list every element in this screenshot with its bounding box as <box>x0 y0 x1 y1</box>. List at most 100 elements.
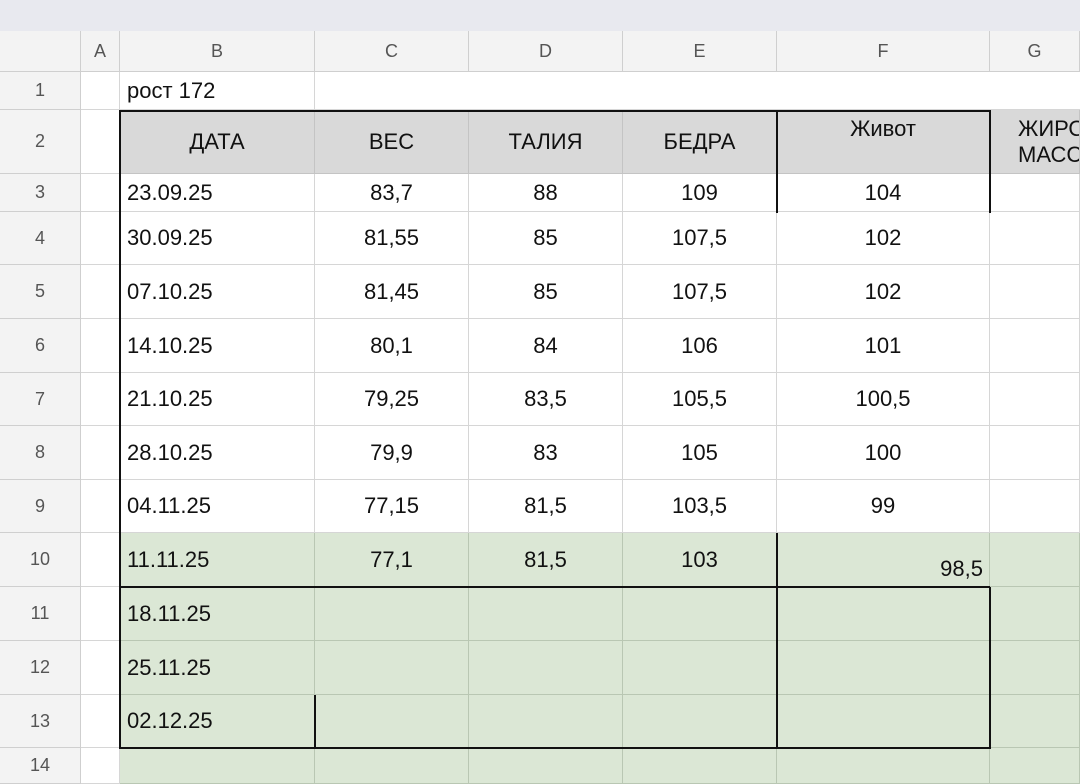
column-header-g[interactable]: G <box>990 31 1080 72</box>
row-header-2[interactable]: 2 <box>0 110 81 174</box>
cell-date-row8[interactable]: 28.10.25 <box>120 426 315 480</box>
cell-a4[interactable] <box>81 212 120 265</box>
cell-weight-row3[interactable]: 83,7 <box>315 174 469 212</box>
cell-belly-row5[interactable]: 102 <box>777 265 990 319</box>
cell-weight-row10[interactable]: 77,1 <box>315 533 469 587</box>
cell-weight-row12[interactable] <box>315 641 469 695</box>
cell-date-row5[interactable]: 07.10.25 <box>120 265 315 319</box>
cell-a11[interactable] <box>81 587 120 641</box>
cell-belly-row7[interactable]: 100,5 <box>777 373 990 426</box>
cell-waist-row6[interactable]: 84 <box>469 319 623 373</box>
cell-belly-row9[interactable]: 99 <box>777 480 990 533</box>
column-header-d[interactable]: D <box>469 31 623 72</box>
cell-hips-row13[interactable] <box>623 695 777 748</box>
row-header-5[interactable]: 5 <box>0 265 81 319</box>
row-header-8[interactable]: 8 <box>0 426 81 480</box>
cell-belly-row4[interactable]: 102 <box>777 212 990 265</box>
select-all-corner[interactable] <box>0 31 81 72</box>
cell-date-row6[interactable]: 14.10.25 <box>120 319 315 373</box>
row-header-3[interactable]: 3 <box>0 174 81 212</box>
row-header-4[interactable]: 4 <box>0 212 81 265</box>
row-header-14[interactable]: 14 <box>0 748 81 784</box>
cell-a13[interactable] <box>81 695 120 748</box>
cell-belly-row11[interactable] <box>777 587 990 641</box>
cell-g13[interactable] <box>990 695 1080 748</box>
cell-waist-row10[interactable]: 81,5 <box>469 533 623 587</box>
column-header-a[interactable]: A <box>81 31 120 72</box>
cell-weight-row9[interactable]: 77,15 <box>315 480 469 533</box>
cell-waist-row12[interactable] <box>469 641 623 695</box>
cell-date-row7[interactable]: 21.10.25 <box>120 373 315 426</box>
cell-date-row12[interactable]: 25.11.25 <box>120 641 315 695</box>
row-header-12[interactable]: 12 <box>0 641 81 695</box>
cell-g14[interactable] <box>990 748 1080 784</box>
header-hips[interactable]: БЕДРА <box>623 110 777 174</box>
cell-belly-row3[interactable]: 104 <box>777 174 990 212</box>
row-header-6[interactable]: 6 <box>0 319 81 373</box>
header-fat-mass[interactable]: ЖИРОВАЯ МАССА <box>990 110 1080 174</box>
row-header-13[interactable]: 13 <box>0 695 81 748</box>
cell-weight-row6[interactable]: 80,1 <box>315 319 469 373</box>
header-date[interactable]: ДАТА <box>120 110 315 174</box>
cell-waist-row4[interactable]: 85 <box>469 212 623 265</box>
cell-hips-row8[interactable]: 105 <box>623 426 777 480</box>
cell-hips-row6[interactable]: 106 <box>623 319 777 373</box>
cell-waist-row8[interactable]: 83 <box>469 426 623 480</box>
cell-g9[interactable] <box>990 480 1080 533</box>
cell-belly-row12[interactable] <box>777 641 990 695</box>
cell-waist-row5[interactable]: 85 <box>469 265 623 319</box>
cell-belly-row13[interactable] <box>777 695 990 748</box>
cell-waist-row7[interactable]: 83,5 <box>469 373 623 426</box>
cell-a14[interactable] <box>81 748 120 784</box>
cell-a3[interactable] <box>81 174 120 212</box>
cell-hips-row7[interactable]: 105,5 <box>623 373 777 426</box>
cell-a8[interactable] <box>81 426 120 480</box>
row-header-10[interactable]: 10 <box>0 533 81 587</box>
cell-hips-row14[interactable] <box>623 748 777 784</box>
cell-weight-row13[interactable] <box>315 695 469 748</box>
cell-g4[interactable] <box>990 212 1080 265</box>
cell-c1-g1[interactable] <box>315 72 1080 110</box>
column-header-f[interactable]: F <box>777 31 990 72</box>
header-waist[interactable]: ТАЛИЯ <box>469 110 623 174</box>
cell-hips-row3[interactable]: 109 <box>623 174 777 212</box>
cell-a6[interactable] <box>81 319 120 373</box>
cell-g11[interactable] <box>990 587 1080 641</box>
cell-belly-row14[interactable] <box>777 748 990 784</box>
cell-weight-row11[interactable] <box>315 587 469 641</box>
header-belly[interactable]: Живот <box>777 110 990 174</box>
cell-date-row9[interactable]: 04.11.25 <box>120 480 315 533</box>
cell-b1[interactable]: рост 172 <box>120 72 315 110</box>
cell-date-row10[interactable]: 11.11.25 <box>120 533 315 587</box>
cell-weight-row4[interactable]: 81,55 <box>315 212 469 265</box>
cell-a12[interactable] <box>81 641 120 695</box>
cell-g10[interactable] <box>990 533 1080 587</box>
cell-waist-row14[interactable] <box>469 748 623 784</box>
cell-a5[interactable] <box>81 265 120 319</box>
cell-a1[interactable] <box>81 72 120 110</box>
cell-date-row3[interactable]: 23.09.25 <box>120 174 315 212</box>
cell-g7[interactable] <box>990 373 1080 426</box>
cell-hips-row4[interactable]: 107,5 <box>623 212 777 265</box>
header-weight[interactable]: ВЕС <box>315 110 469 174</box>
cell-belly-row10[interactable]: 98,5 <box>777 533 990 587</box>
row-header-7[interactable]: 7 <box>0 373 81 426</box>
row-header-11[interactable]: 11 <box>0 587 81 641</box>
cell-waist-row11[interactable] <box>469 587 623 641</box>
cell-hips-row9[interactable]: 103,5 <box>623 480 777 533</box>
cell-a7[interactable] <box>81 373 120 426</box>
cell-belly-row6[interactable]: 101 <box>777 319 990 373</box>
cell-hips-row5[interactable]: 107,5 <box>623 265 777 319</box>
cell-waist-row3[interactable]: 88 <box>469 174 623 212</box>
cell-hips-row10[interactable]: 103 <box>623 533 777 587</box>
cell-g12[interactable] <box>990 641 1080 695</box>
cell-g6[interactable] <box>990 319 1080 373</box>
cell-weight-row14[interactable] <box>315 748 469 784</box>
cell-date-row11[interactable]: 18.11.25 <box>120 587 315 641</box>
cell-g3[interactable] <box>990 174 1080 212</box>
cell-date-row14[interactable] <box>120 748 315 784</box>
cell-date-row4[interactable]: 30.09.25 <box>120 212 315 265</box>
cell-date-row13[interactable]: 02.12.25 <box>120 695 315 748</box>
cell-a2[interactable] <box>81 110 120 174</box>
cell-weight-row7[interactable]: 79,25 <box>315 373 469 426</box>
